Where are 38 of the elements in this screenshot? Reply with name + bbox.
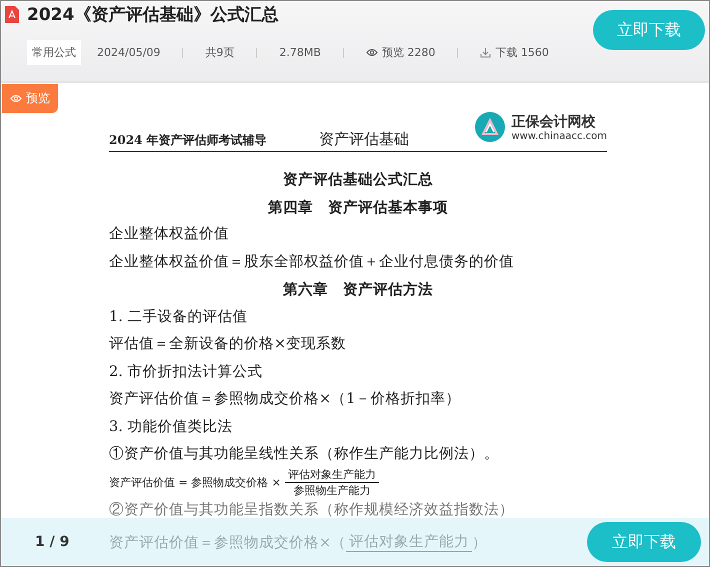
formula-numerator: 评估对象生产能力 (346, 532, 472, 552)
download-button[interactable]: 立即下载 (593, 10, 705, 50)
formula-text: 资产评估价值 = 参照物成交价格 × (109, 475, 281, 490)
section-heading: 资产评估基础公式汇总 (282, 170, 434, 190)
section-heading: 第六章 资产评估方法 (282, 280, 434, 300)
page-indicator: 1 / 9 (35, 534, 70, 550)
document-text: ②资产价值与其功能呈指数关系（称作规模经济效益指数法） (109, 500, 515, 520)
section-heading: 第四章 资产评估基本事项 (267, 198, 449, 218)
document-text: 资产评估价值＝参照物成交价格×（1－价格折扣率） (109, 390, 462, 409)
document-text: 评估值＝全新设备的价格×变现系数 (109, 334, 348, 354)
download-count: 下载 1560 (495, 45, 549, 60)
category-tag: 常用公式 (27, 40, 81, 65)
logo-name: 正保会计网校 (511, 112, 596, 130)
document-header-text: 2024 年资产评估师考试辅导 (109, 132, 268, 149)
formula-text: 资产评估价值＝参照物成交价格×（ (109, 534, 346, 552)
document-text: 1. 二手设备的评估值 (109, 308, 248, 326)
page-count: 共9页 (205, 45, 234, 60)
document-text: 企业整体权益价值 (109, 225, 230, 244)
document-text: 3. 功能价值类比法 (109, 418, 234, 436)
document-text: ①资产价值与其功能呈线性关系（称作生产能力比例法）。 (109, 445, 500, 464)
formula-numerator: 评估对象生产能力 (284, 467, 379, 483)
pdf-file-icon (5, 6, 19, 23)
download-button[interactable]: 立即下载 (587, 522, 701, 562)
logo-icon (475, 112, 506, 142)
file-size: 2.78MB (279, 46, 321, 59)
eye-icon (366, 48, 378, 57)
logo-url: www.chinaacc.com (511, 130, 607, 142)
eye-icon (10, 94, 22, 103)
formula-denominator: 参照物生产能力 (293, 483, 370, 498)
document-header-subject: 资产评估基础 (319, 130, 410, 149)
download-icon (480, 47, 492, 58)
document-text: 2. 市价折扣法计算公式 (109, 362, 264, 382)
formula-text: ） (472, 534, 488, 552)
preview-label: 预览 (26, 90, 50, 107)
upload-date: 2024/05/09 (97, 46, 160, 59)
document-title: 2024《资产评估基础》公式汇总 (27, 4, 278, 26)
view-count: 预览 2280 (382, 45, 436, 60)
document-text: 企业整体权益价值＝股东全部权益价值＋企业付息债务的价值 (109, 252, 515, 272)
